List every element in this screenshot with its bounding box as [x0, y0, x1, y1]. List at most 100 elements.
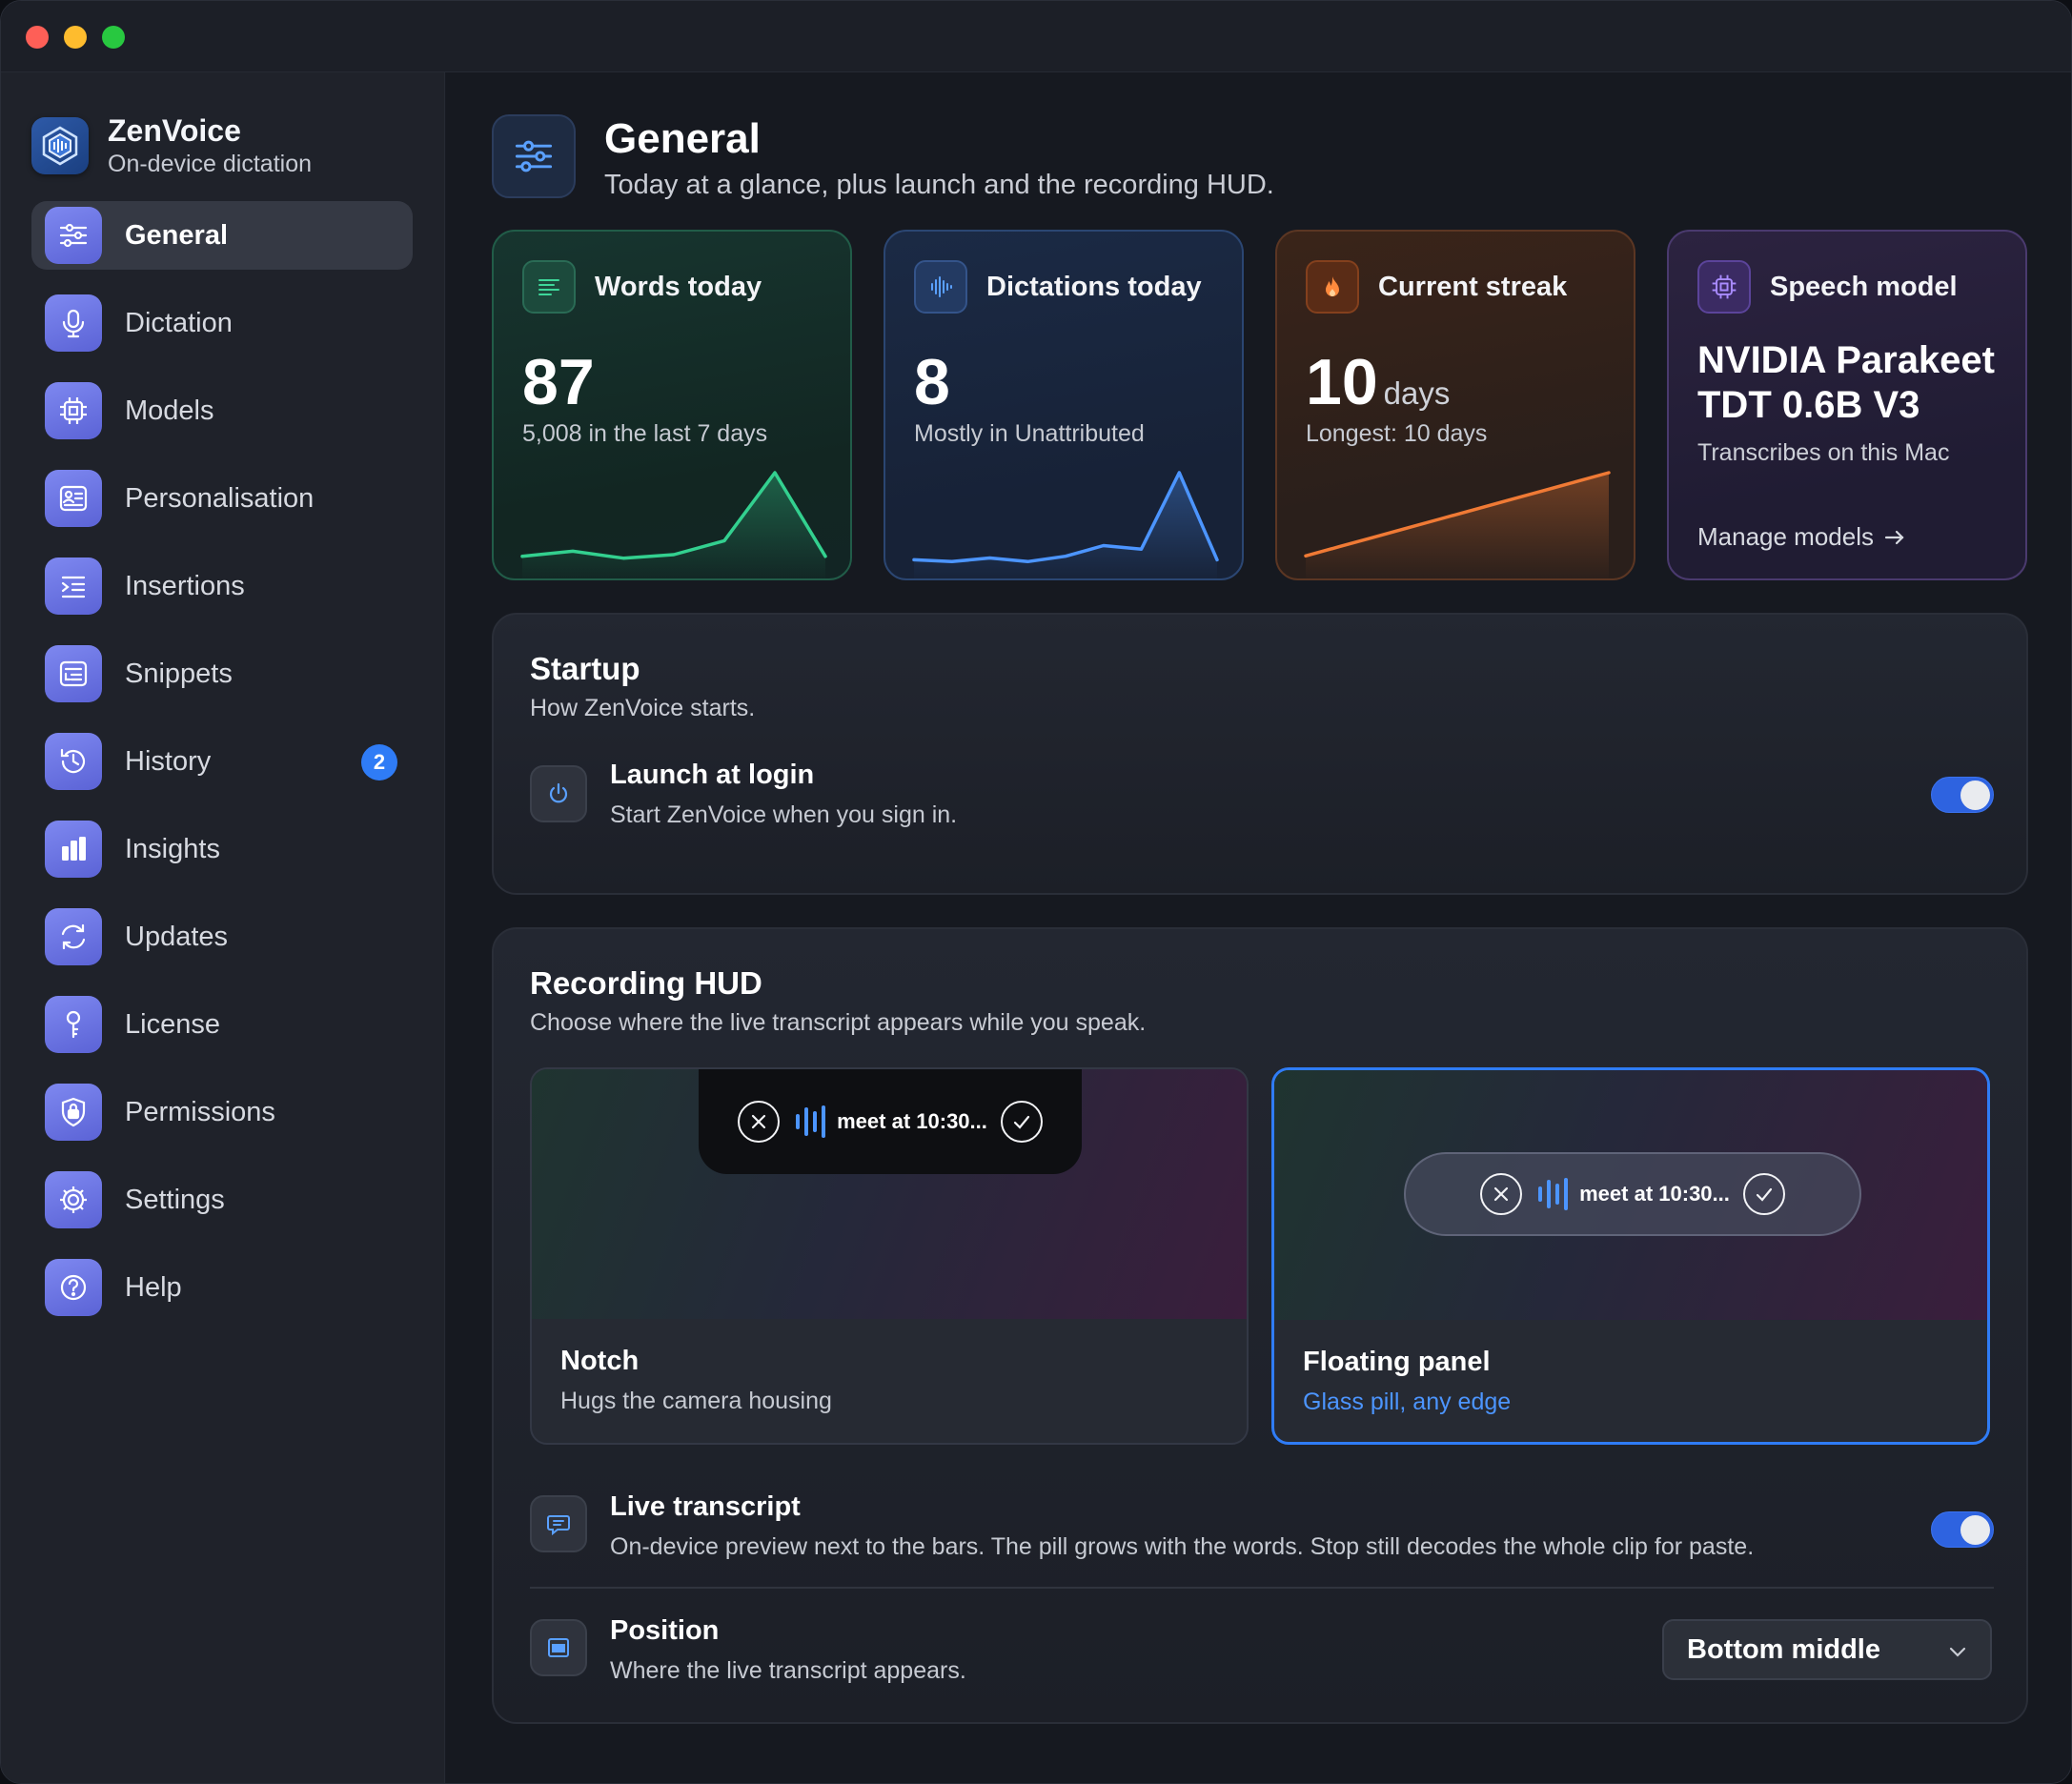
hud-option-floating-panel[interactable]: meet at 10:30... Floating panel Glass pi…: [1271, 1067, 1990, 1445]
current-streak-card: Current streak 10 days Longest: 10 days: [1275, 230, 1635, 580]
chat-bubble-icon: [530, 1495, 587, 1552]
key-icon: [45, 996, 102, 1053]
close-window-button[interactable]: [26, 26, 49, 49]
chevron-down-icon: [1949, 1647, 1966, 1657]
sidebar-item-models[interactable]: Models: [31, 376, 413, 445]
live-transcript-toggle[interactable]: [1931, 1511, 1994, 1548]
sidebar-item-insights[interactable]: Insights: [31, 815, 413, 883]
position-title: Position: [610, 1615, 720, 1646]
recording-hud-panel: Recording HUD Choose where the live tran…: [492, 927, 2028, 1724]
flame-icon: [1306, 260, 1359, 314]
floating-panel-sub: Glass pill, any edge: [1303, 1389, 1512, 1415]
position-select-value: Bottom middle: [1687, 1633, 1880, 1665]
hud-preview-text: meet at 10:30...: [1579, 1182, 1730, 1206]
power-icon: [530, 765, 587, 822]
page-header: General Today at a glance, plus launch a…: [492, 114, 1274, 201]
launch-at-login-title: Launch at login: [610, 760, 815, 790]
chip-icon: [45, 382, 102, 439]
hud-option-notch[interactable]: meet at 10:30... Notch Hugs the camera h…: [530, 1067, 1249, 1445]
trend-area: [1306, 473, 1609, 578]
sidebar: ZenVoice On-device dictation General Dic…: [1, 72, 445, 1783]
launch-at-login-toggle[interactable]: [1931, 777, 1994, 813]
app-window: ZenVoice On-device dictation General Dic…: [0, 0, 2072, 1784]
sidebar-item-permissions[interactable]: Permissions: [31, 1078, 413, 1146]
sidebar-item-general[interactable]: General: [31, 201, 413, 270]
position-sub: Where the live transcript appears.: [610, 1657, 966, 1684]
hud-subtitle: Choose where the live transcript appears…: [530, 1009, 1147, 1036]
hud-preview-text: meet at 10:30...: [837, 1109, 987, 1133]
history-count-badge: 2: [361, 744, 397, 780]
streak-trend-chart: [1304, 471, 1611, 578]
sidebar-item-history[interactable]: History 2: [31, 727, 413, 796]
words-week-total: 5,008 in the last 7 days: [522, 420, 768, 447]
sidebar-item-help[interactable]: Help: [31, 1253, 413, 1322]
page-title: General: [604, 115, 761, 162]
streak-number: 10: [1306, 346, 1378, 418]
minimize-window-button[interactable]: [64, 26, 87, 49]
brand: ZenVoice On-device dictation: [31, 112, 312, 179]
sidebar-item-personalisation[interactable]: Personalisation: [31, 464, 413, 533]
position-select[interactable]: Bottom middle: [1662, 1619, 1992, 1680]
startup-subtitle: How ZenVoice starts.: [530, 695, 756, 721]
floating-panel-preview: meet at 10:30...: [1274, 1070, 1987, 1320]
manage-models-link[interactable]: Manage models: [1697, 522, 1908, 552]
sidebar-item-dictation[interactable]: Dictation: [31, 289, 413, 357]
sidebar-item-label: Settings: [125, 1184, 225, 1215]
cancel-x-icon: [1480, 1173, 1523, 1215]
startup-title: Startup: [530, 651, 640, 686]
card-title: Speech model: [1770, 271, 1958, 302]
history-icon: [45, 733, 102, 790]
speech-model-name: NVIDIA Parakeet TDT 0.6B V3: [1697, 339, 1995, 426]
sidebar-item-updates[interactable]: Updates: [31, 902, 413, 971]
gear-icon: [45, 1171, 102, 1228]
sidebar-item-label: History: [125, 745, 212, 777]
words-today-value: 87: [522, 346, 595, 418]
sliders-icon: [45, 207, 102, 264]
card-title: Dictations today: [986, 271, 1202, 302]
arrow-right-icon: [1884, 530, 1904, 544]
notch-sub: Hugs the camera housing: [560, 1388, 832, 1414]
sidebar-item-label: Snippets: [125, 658, 233, 689]
trend-area: [522, 473, 825, 578]
launch-at-login-sub: Start ZenVoice when you sign in.: [610, 801, 958, 828]
title-bar: [1, 1, 2071, 72]
waveform-icon: [914, 260, 967, 314]
window-position-icon: [530, 1619, 587, 1676]
speech-model-sub: Transcribes on this Mac: [1697, 439, 1950, 466]
sidebar-item-label: Personalisation: [125, 482, 315, 514]
toggle-knob: [1960, 780, 1990, 810]
sidebar-item-settings[interactable]: Settings: [31, 1166, 413, 1234]
waveform-bars-icon: [1535, 1178, 1570, 1210]
main-content: General Today at a glance, plus launch a…: [446, 72, 2071, 1783]
live-transcript-sub: On-device preview next to the bars. The …: [610, 1533, 1755, 1560]
shield-lock-icon: [45, 1084, 102, 1141]
app-tagline: On-device dictation: [108, 151, 313, 177]
sidebar-item-label: License: [125, 1008, 220, 1040]
sidebar-item-insertions[interactable]: Insertions: [31, 552, 413, 620]
sidebar-item-label: Help: [125, 1271, 182, 1303]
toggle-knob: [1960, 1515, 1990, 1545]
speech-model-card: Speech model NVIDIA Parakeet TDT 0.6B V3…: [1667, 230, 2027, 580]
live-transcript-title: Live transcript: [610, 1491, 801, 1522]
text-lines-icon: [522, 260, 576, 314]
dictations-today-value: 8: [914, 346, 950, 418]
dictations-source: Mostly in Unattributed: [914, 420, 1145, 447]
sliders-icon: [492, 114, 576, 198]
longest-streak: Longest: 10 days: [1306, 420, 1488, 447]
page-subtitle: Today at a glance, plus launch and the r…: [604, 170, 1274, 200]
sidebar-item-label: Insertions: [125, 570, 245, 601]
dictations-today-card: Dictations today 8 Mostly in Unattribute…: [884, 230, 1244, 580]
sidebar-item-license[interactable]: License: [31, 990, 413, 1059]
zoom-window-button[interactable]: [102, 26, 125, 49]
sidebar-item-label: General: [125, 219, 228, 251]
sidebar-item-snippets[interactable]: Snippets: [31, 639, 413, 708]
divider: [530, 1587, 1994, 1589]
sidebar-item-label: Updates: [125, 921, 229, 952]
snippets-icon: [45, 645, 102, 702]
microphone-icon: [45, 294, 102, 352]
notch-preview: meet at 10:30...: [532, 1069, 1247, 1319]
bar-chart-icon: [45, 821, 102, 878]
cancel-x-icon: [738, 1101, 781, 1143]
streak-value: 10 days: [1306, 346, 1450, 430]
sidebar-item-label: Insights: [125, 833, 220, 864]
